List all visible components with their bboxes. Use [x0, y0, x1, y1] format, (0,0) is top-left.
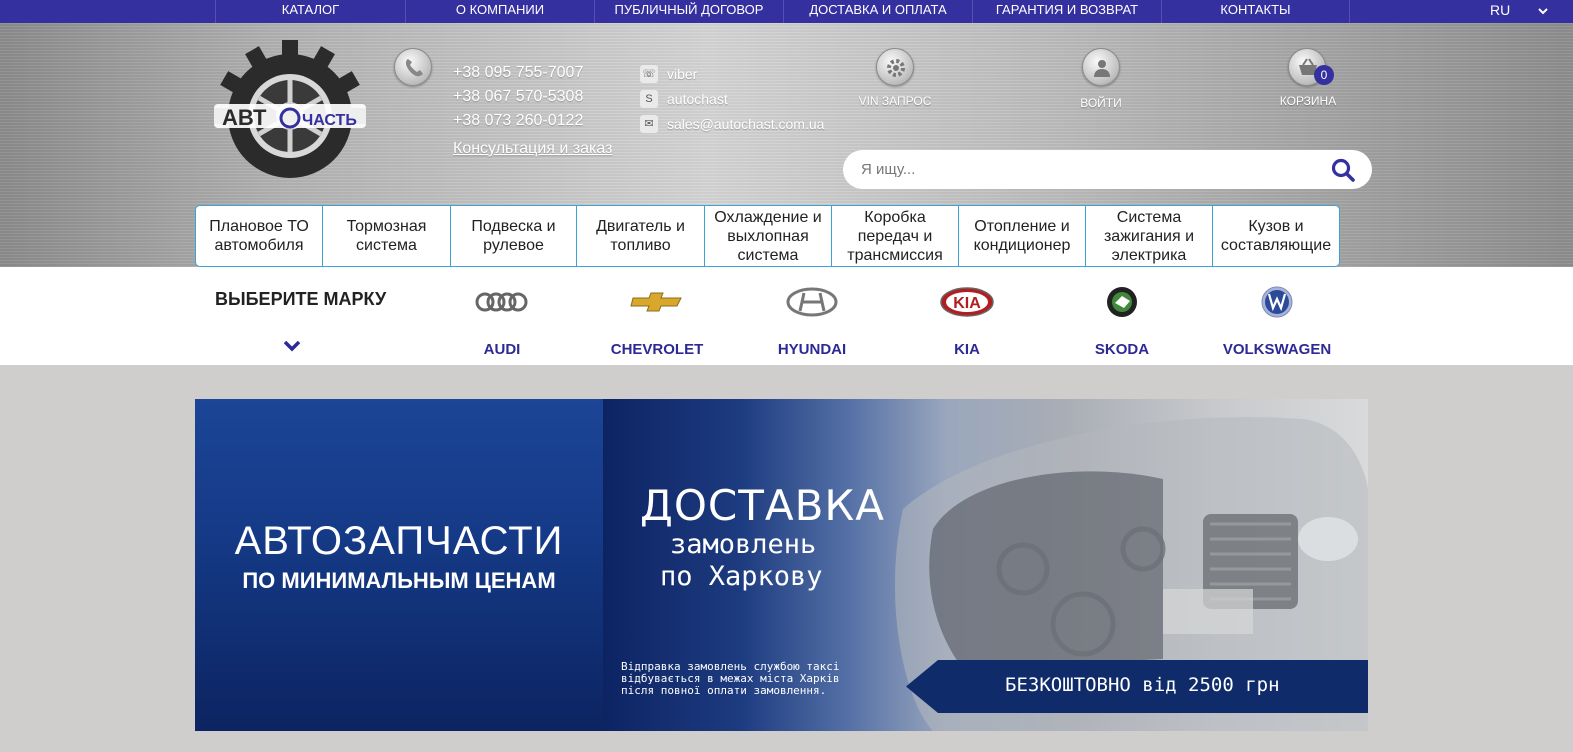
contact-list: ☏ viber S autochast ✉ sales@autochast.co… [640, 61, 824, 136]
consultation-link[interactable]: Консультация и заказ [453, 140, 612, 158]
logo-text-left: АВТ [222, 105, 267, 130]
site-logo[interactable]: АВТ ЧАСТЬ [212, 40, 368, 192]
nav-link-delivery[interactable]: ДОСТАВКА И ОПЛАТА [783, 0, 972, 23]
brand-volkswagen[interactable]: VOLKSWAGEN [1217, 282, 1337, 358]
vin-request-button[interactable]: VIN ЗАПРОС [845, 94, 945, 108]
svg-text:KIA: KIA [953, 295, 981, 312]
brand-name: SKODA [1094, 341, 1150, 358]
category-menu: Плановое ТО автомобиля Тормозная система… [195, 205, 1340, 267]
brand-chevrolet[interactable]: CHEVROLET [597, 282, 717, 358]
email-label: sales@autochast.com.ua [667, 115, 825, 132]
volkswagen-logo-icon [1217, 282, 1337, 322]
category-body-parts[interactable]: Кузов и составляющие [1213, 206, 1339, 266]
chevron-down-icon[interactable] [283, 339, 301, 357]
user-icon[interactable] [1082, 48, 1120, 86]
delivery-line-1: замовлень [670, 529, 817, 560]
skype-label: autochast [667, 90, 728, 107]
audi-logo-icon [442, 282, 562, 322]
phone-number-3[interactable]: +38 073 260-0122 [453, 109, 583, 133]
category-transmission[interactable]: Коробка передач и трансмиссия [832, 206, 959, 266]
brand-selector: ВЫБЕРИТЕ МАРКУ AUDI CHEVROLET HYUNDAI KI… [0, 267, 1573, 365]
search-input[interactable] [861, 150, 1321, 189]
category-scheduled-maintenance[interactable]: Плановое ТО автомобиля [196, 206, 323, 266]
nav-link-contacts[interactable]: КОНТАКТЫ [1161, 0, 1350, 23]
brand-name: CHEVROLET [610, 341, 704, 358]
nav-link-warranty[interactable]: ГАРАНТИЯ И ВОЗВРАТ [972, 0, 1161, 23]
language-select[interactable]: RU [1490, 0, 1560, 23]
category-ignition-electrics[interactable]: Система зажигания и электрика [1086, 206, 1213, 266]
language-label: RU [1490, 2, 1511, 18]
hyundai-logo-icon [752, 282, 872, 322]
brand-hyundai[interactable]: HYUNDAI [752, 282, 872, 358]
phone-list: +38 095 755-7007 +38 067 570-5308 +38 07… [453, 61, 583, 133]
brand-kia[interactable]: KIA KIA [907, 282, 1027, 358]
delivery-note: Відправка замовлень службою таксі відбув… [621, 660, 840, 697]
cart-count-badge: 0 [1314, 65, 1334, 85]
brand-name: HYUNDAI [777, 341, 847, 358]
email-contact[interactable]: ✉ sales@autochast.com.ua [640, 111, 824, 136]
phone-number-1[interactable]: +38 095 755-7007 [453, 61, 583, 85]
banner-subtitle: ПО МИНИМАЛЬНЫМ ЦЕНАМ [242, 568, 556, 593]
nav-link-about[interactable]: О КОМПАНИИ [405, 0, 594, 23]
category-heating-ac[interactable]: Отопление и кондиционер [959, 206, 1086, 266]
search-icon[interactable] [1330, 157, 1356, 183]
category-engine-fuel[interactable]: Двигатель и топливо [577, 206, 705, 266]
mail-icon: ✉ [640, 114, 658, 133]
top-nav: КАТАЛОГ О КОМПАНИИ ПУБЛИЧНЫЙ ДОГОВОР ДОС… [0, 0, 1573, 23]
login-button[interactable]: ВОЙТИ [1051, 96, 1151, 110]
logo-text-right: ЧАСТЬ [302, 112, 357, 129]
nav-link-catalog[interactable]: КАТАЛОГ [215, 0, 405, 23]
viber-icon: ☏ [640, 64, 658, 83]
free-delivery-ribbon: БЕЗКОШТОВНО від 2500 грн [906, 660, 1368, 713]
promo-banner[interactable]: АВТОЗАПЧАСТИ ПО МИНИМАЛЬНЫМ ЦЕНАМ ДОСТАВ… [195, 399, 1368, 731]
delivery-line-2: по Харкову [660, 561, 823, 592]
category-suspension-steering[interactable]: Подвеска и рулевое [451, 206, 577, 266]
brand-name: VOLKSWAGEN [1222, 341, 1332, 358]
viber-label: viber [667, 65, 698, 82]
chevron-down-icon [1538, 3, 1548, 23]
banner-left-panel: АВТОЗАПЧАСТИ ПО МИНИМАЛЬНЫМ ЦЕНАМ [195, 399, 603, 731]
cart-button[interactable]: КОРЗИНА [1258, 94, 1358, 108]
skype-icon: S [640, 89, 658, 108]
gear-icon[interactable] [876, 48, 914, 86]
brand-selector-title: ВЫБЕРИТЕ МАРКУ [215, 289, 387, 309]
brand-name: KIA [954, 341, 980, 358]
phone-number-2[interactable]: +38 067 570-5308 [453, 85, 583, 109]
delivery-title: ДОСТАВКА [640, 481, 885, 530]
brand-skoda[interactable]: SKODA [1062, 282, 1182, 358]
header: АВТ ЧАСТЬ +38 095 755-7007 +38 067 570-5… [0, 23, 1573, 267]
brand-audi[interactable]: AUDI [442, 282, 562, 358]
phone-icon [394, 48, 432, 86]
brand-name: AUDI [483, 341, 521, 358]
banner-title: АВТОЗАПЧАСТИ [234, 519, 564, 563]
search-bar [843, 150, 1372, 189]
chevrolet-logo-icon [597, 282, 717, 322]
kia-logo-icon: KIA [907, 282, 1027, 322]
category-cooling-exhaust[interactable]: Охлаждение и выхлопная система [705, 206, 832, 266]
skype-contact[interactable]: S autochast [640, 86, 824, 111]
free-delivery-text: БЕЗКОШТОВНО від 2500 грн [1005, 674, 1280, 696]
category-brake-system[interactable]: Тормозная система [323, 206, 451, 266]
viber-contact[interactable]: ☏ viber [640, 61, 824, 86]
skoda-logo-icon [1062, 282, 1182, 322]
nav-link-public-offer[interactable]: ПУБЛИЧНЫЙ ДОГОВОР [594, 0, 783, 23]
